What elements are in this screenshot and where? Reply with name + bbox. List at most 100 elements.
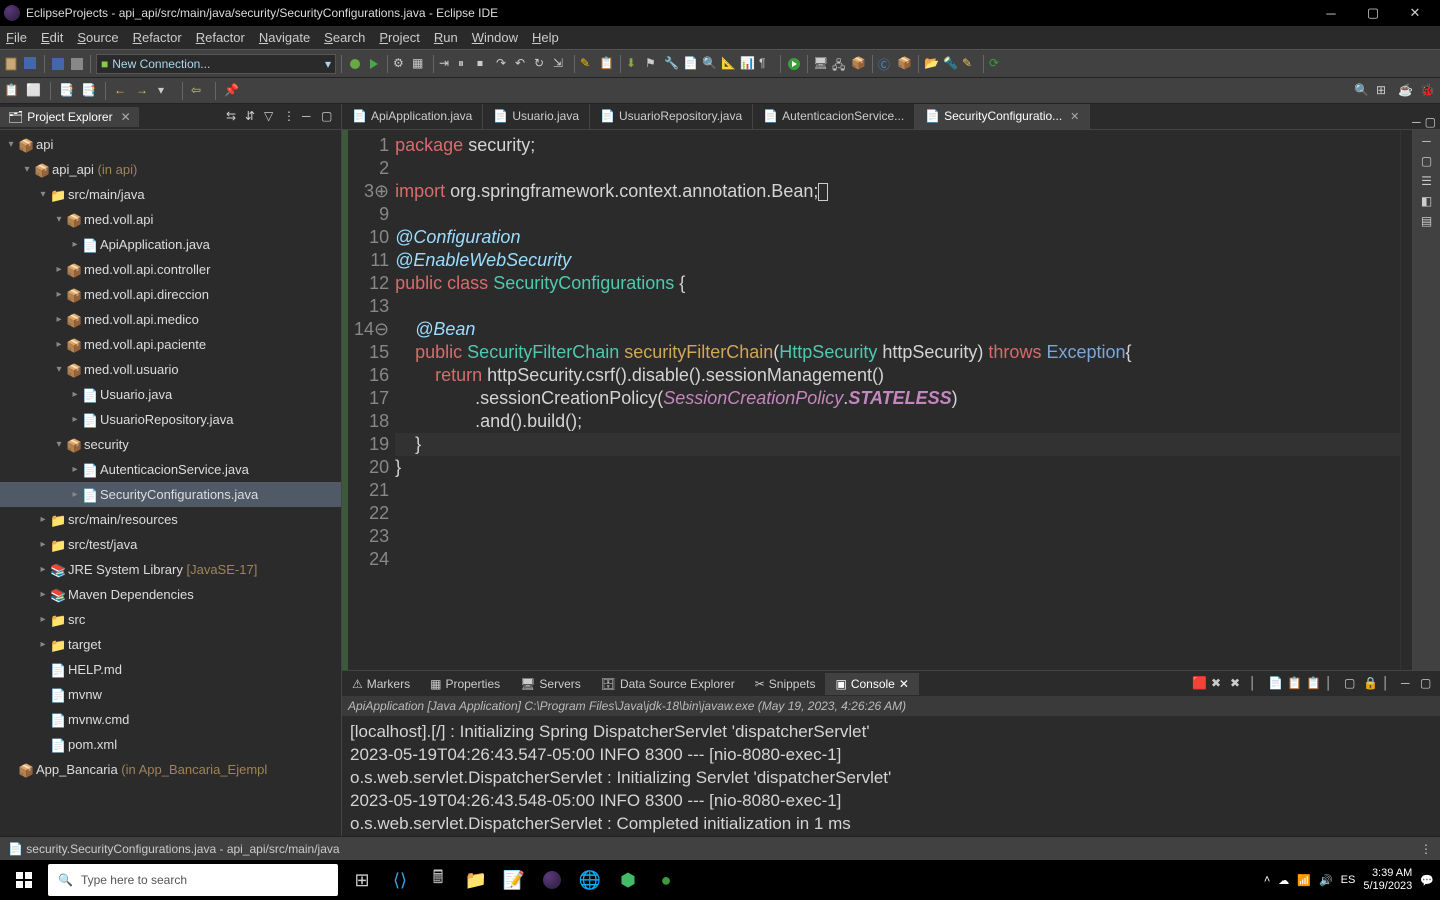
tree-row[interactable]: ▸📄UsuarioRepository.java <box>0 407 341 432</box>
menu-refactor[interactable]: Refactor <box>133 30 182 45</box>
twisty-icon[interactable]: ▸ <box>52 264 66 275</box>
taskview-icon[interactable]: ⊞ <box>348 866 376 894</box>
save-icon[interactable] <box>50 56 66 72</box>
twisty-icon[interactable]: ▸ <box>68 239 82 250</box>
minimize-icon[interactable]: ─ <box>1412 115 1421 129</box>
back-icon[interactable]: ← <box>114 83 130 99</box>
minimize-icon[interactable]: ─ <box>302 109 318 125</box>
tree-row[interactable]: ▸📦med.voll.api.paciente <box>0 332 341 357</box>
new-icon[interactable] <box>4 56 20 72</box>
maximize-icon[interactable]: ▢ <box>1425 115 1436 129</box>
bottom-tab-console[interactable]: ▣Console✕ <box>825 673 918 695</box>
twisty-icon[interactable]: ▸ <box>36 514 50 525</box>
notepad-icon[interactable]: 📝 <box>500 866 528 894</box>
debug-icon[interactable] <box>347 56 363 72</box>
console-tool-icon[interactable]: │ <box>1325 676 1341 692</box>
tool-icon[interactable]: ¶ <box>759 56 775 72</box>
menu-window[interactable]: Window <box>472 30 518 45</box>
tree-row[interactable]: ▾📦security <box>0 432 341 457</box>
run-green-icon[interactable] <box>786 56 802 72</box>
window-close-button[interactable]: ✕ <box>1394 0 1436 26</box>
menu-source[interactable]: Source <box>77 30 118 45</box>
menu-project[interactable]: Project <box>379 30 419 45</box>
editor-tab[interactable]: 📄AutenticacionService... <box>753 104 915 129</box>
console-tool-icon[interactable]: │ <box>1382 676 1398 692</box>
code-line[interactable]: public class SecurityConfigurations { <box>395 272 1400 295</box>
run-icon[interactable] <box>366 56 382 72</box>
window-minimize-button[interactable]: ─ <box>1310 0 1352 26</box>
tool-icon[interactable]: 📐 <box>721 56 737 72</box>
outline-icon[interactable]: ☰ <box>1421 174 1432 188</box>
code-line[interactable]: @Configuration <box>395 226 1400 249</box>
bottom-tab-servers[interactable]: 🖥Servers <box>510 673 591 695</box>
tool-icon[interactable]: ⚙ <box>393 56 409 72</box>
editor-tab[interactable]: 📄ApiApplication.java <box>342 104 483 129</box>
server-icon[interactable]: 🖥 <box>813 56 829 72</box>
code-line[interactable] <box>395 157 1400 180</box>
tool-icon[interactable]: ▾ <box>158 83 174 99</box>
tree-row[interactable]: ▸📚Maven Dependencies <box>0 582 341 607</box>
tree-row[interactable]: 📦App_Bancaria (in App_Bancaria_Ejempl <box>0 757 341 782</box>
tool-icon[interactable]: 📋 <box>599 56 615 72</box>
menu-refactor[interactable]: Refactor <box>196 30 245 45</box>
tree-row[interactable]: 📄pom.xml <box>0 732 341 757</box>
editor-tab[interactable]: 📄UsuarioRepository.java <box>590 104 753 129</box>
menu-navigate[interactable]: Navigate <box>259 30 310 45</box>
editor-scrollbar[interactable] <box>1400 130 1412 670</box>
twisty-icon[interactable]: ▾ <box>4 139 18 150</box>
twisty-icon[interactable]: ▾ <box>52 214 66 225</box>
code-line[interactable]: } <box>395 456 1400 479</box>
twisty-icon[interactable]: ▾ <box>52 439 66 450</box>
twisty-icon[interactable]: ▸ <box>36 614 50 625</box>
tree-row[interactable]: ▾📦api <box>0 132 341 157</box>
twisty-icon[interactable]: ▸ <box>68 489 82 500</box>
twisty-icon[interactable]: ▸ <box>52 289 66 300</box>
sync-icon[interactable]: ⟳ <box>989 56 1005 72</box>
tray-cloud-icon[interactable]: ☁ <box>1278 874 1289 887</box>
server-icon[interactable]: 🖧 <box>832 56 848 72</box>
console-tool-icon[interactable]: 🔒 <box>1363 676 1379 692</box>
server-icon[interactable]: 📦 <box>851 56 867 72</box>
console-tool-icon[interactable]: ▢ <box>1344 676 1360 692</box>
app-icon[interactable]: ⬢ <box>614 866 642 894</box>
step-icon[interactable]: ↷ <box>496 56 512 72</box>
close-icon[interactable]: ✕ <box>121 110 131 124</box>
console-tool-icon[interactable]: 📋 <box>1287 676 1303 692</box>
minimize-icon[interactable]: ─ <box>1422 134 1431 148</box>
tool-icon[interactable]: 📋 <box>4 83 20 99</box>
tree-row[interactable]: ▸📚JRE System Library [JavaSE-17] <box>0 557 341 582</box>
tree-row[interactable]: ▾📦api_api (in api) <box>0 157 341 182</box>
tree-row[interactable]: ▸📄Usuario.java <box>0 382 341 407</box>
code-line[interactable] <box>395 295 1400 318</box>
code-line[interactable] <box>395 525 1400 548</box>
editor-tab[interactable]: 📄SecurityConfiguratio...✕ <box>915 104 1090 129</box>
taskbar-search[interactable]: 🔍 Type here to search <box>48 864 338 896</box>
menu-run[interactable]: Run <box>434 30 458 45</box>
disk-icon[interactable] <box>69 56 85 72</box>
tree-row[interactable]: ▸📦med.voll.api.controller <box>0 257 341 282</box>
code-line[interactable]: @EnableWebSecurity <box>395 249 1400 272</box>
save-all-icon[interactable] <box>23 56 39 72</box>
tree-row[interactable]: ▸📄AutenticacionService.java <box>0 457 341 482</box>
console-tool-icon[interactable]: ─ <box>1401 676 1417 692</box>
tool-icon[interactable]: 📄 <box>683 56 699 72</box>
tree-row[interactable]: 📄mvnw <box>0 682 341 707</box>
bottom-tab-properties[interactable]: ▦Properties <box>420 673 510 695</box>
code-line[interactable]: .sessionCreationPolicy(SessionCreationPo… <box>395 387 1400 410</box>
open-icon[interactable]: 📂 <box>924 56 940 72</box>
code-line[interactable] <box>395 479 1400 502</box>
bottom-tab-snippets[interactable]: ✂Snippets <box>745 673 826 695</box>
bottom-tab-markers[interactable]: ⚠Markers <box>342 673 420 695</box>
console-tool-icon[interactable]: ▢ <box>1420 676 1436 692</box>
twisty-icon[interactable]: ▾ <box>20 164 34 175</box>
filter-icon[interactable]: ▽ <box>264 109 280 125</box>
tool-icon[interactable]: 🔍 <box>702 56 718 72</box>
pin-icon[interactable]: 📌 <box>224 83 240 99</box>
tree-row[interactable]: ▸📁src/test/java <box>0 532 341 557</box>
twisty-icon[interactable]: ▸ <box>68 464 82 475</box>
console-tool-icon[interactable]: │ <box>1249 676 1265 692</box>
code-line[interactable]: .and().build(); <box>395 410 1400 433</box>
step-icon[interactable]: ⇥ <box>439 56 455 72</box>
twisty-icon[interactable]: ▾ <box>36 189 50 200</box>
outline-icon[interactable]: ▤ <box>1421 214 1432 228</box>
